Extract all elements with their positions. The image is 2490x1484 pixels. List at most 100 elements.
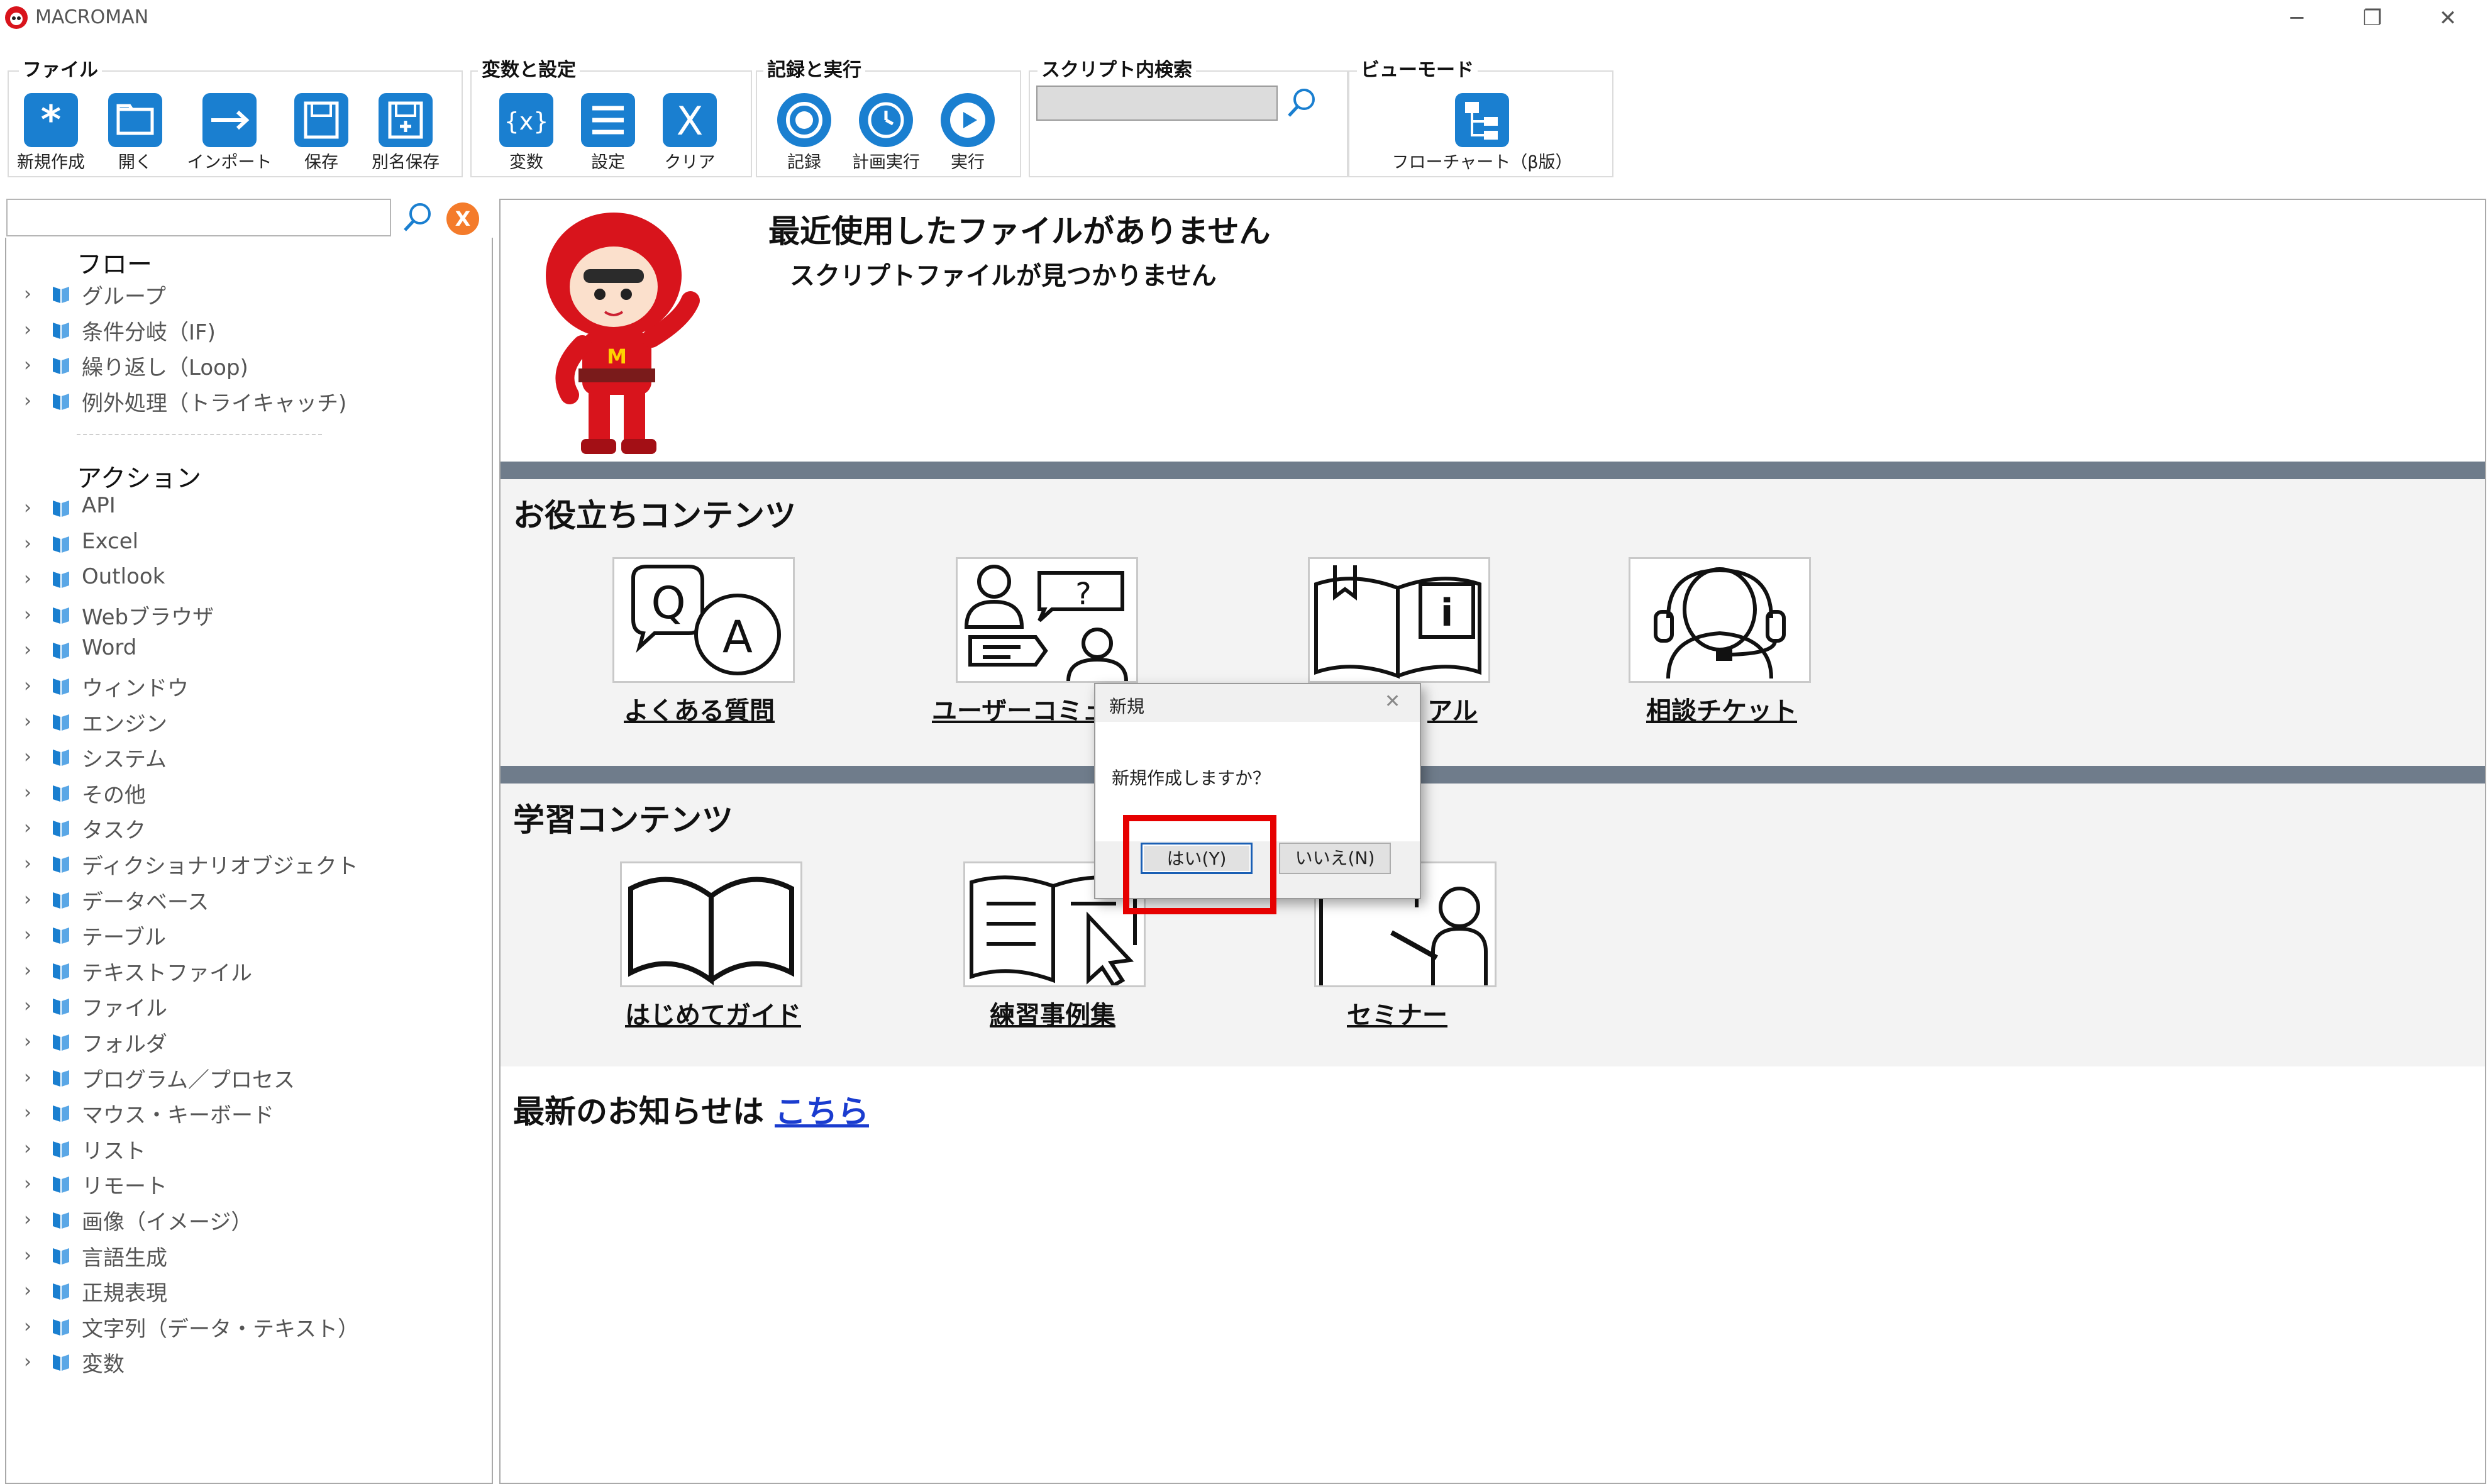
latest-news-text: 最新のお知らせは <box>513 1094 764 1130</box>
record-icon <box>777 93 831 147</box>
clear-button[interactable]: X クリア <box>663 93 717 172</box>
restore-button[interactable]: ❐ <box>2350 3 2394 34</box>
expand-chevron-icon[interactable]: › <box>24 1066 31 1088</box>
mascot-illustration: M <box>526 206 714 457</box>
expand-chevron-icon[interactable]: › <box>24 889 31 911</box>
book-icon <box>52 1103 70 1123</box>
book-icon <box>52 712 70 732</box>
expand-chevron-icon[interactable]: › <box>24 533 31 555</box>
beginner-guide-tile[interactable] <box>620 861 802 987</box>
expand-chevron-icon[interactable]: › <box>24 354 31 376</box>
expand-chevron-icon[interactable]: › <box>24 1315 31 1337</box>
beginner-guide-link[interactable]: はじめてガイド <box>625 995 801 1031</box>
search-icon[interactable] <box>1283 84 1320 122</box>
clock-icon <box>859 93 913 147</box>
script-search-input[interactable] <box>1036 86 1278 121</box>
expand-chevron-icon[interactable]: › <box>24 639 31 661</box>
dialog-close-button[interactable]: ✕ <box>1385 690 1400 712</box>
new-button[interactable]: * 新規作成 <box>17 93 85 172</box>
minimize-button[interactable]: ─ <box>2275 3 2319 34</box>
play-icon <box>941 93 995 147</box>
qa-bubbles-icon: Q A <box>631 565 781 675</box>
svg-text:Q: Q <box>651 577 685 629</box>
clear-glyph: X <box>677 98 703 144</box>
seminar-link[interactable]: セミナー <box>1347 995 1447 1031</box>
record-button[interactable]: 記録 <box>777 93 831 172</box>
support-ticket-tile[interactable] <box>1629 557 1811 683</box>
book-icon <box>52 320 70 340</box>
import-button[interactable]: インポート <box>187 93 272 172</box>
expand-chevron-icon[interactable]: › <box>24 853 31 875</box>
expand-chevron-icon[interactable]: › <box>24 1280 31 1302</box>
variables-label: 変数 <box>509 153 543 172</box>
expand-chevron-icon[interactable]: › <box>24 390 31 412</box>
expand-chevron-icon[interactable]: › <box>24 1244 31 1266</box>
expand-chevron-icon[interactable]: › <box>24 817 31 839</box>
practice-examples-link[interactable]: 練習事例集 <box>990 995 1115 1031</box>
user-community-link[interactable]: ユーザーコミュ <box>932 690 1107 727</box>
action-search-input[interactable] <box>6 199 391 236</box>
faq-tile[interactable]: Q A <box>612 557 795 683</box>
book-icon <box>52 961 70 981</box>
manual-tile[interactable]: i <box>1308 557 1490 683</box>
manual-link[interactable]: アル <box>1427 690 1478 727</box>
settings-button[interactable]: 設定 <box>581 93 635 172</box>
action-label: ディクショナリオブジェクト <box>82 854 358 879</box>
user-community-tile[interactable]: ? <box>956 557 1138 683</box>
expand-chevron-icon[interactable]: › <box>24 782 31 804</box>
expand-chevron-icon[interactable]: › <box>24 319 31 341</box>
variables-button[interactable]: {x} 変数 <box>499 93 553 172</box>
close-button[interactable]: ✕ <box>2426 3 2470 34</box>
support-ticket-link[interactable]: 相談チケット <box>1646 690 1797 727</box>
expand-chevron-icon[interactable]: › <box>24 1031 31 1053</box>
run-button[interactable]: 実行 <box>941 93 995 172</box>
toolbox-panel: フロー › グループ › 条件分岐（IF) › 繰り返し（Loop) › 例外処理（トライキャ… <box>5 238 493 1484</box>
expand-chevron-icon[interactable]: › <box>24 1102 31 1124</box>
flowchart-label: フローチャート（β版） <box>1392 153 1573 172</box>
flow-label: グループ <box>82 284 166 309</box>
open-button[interactable]: 開く <box>108 93 162 172</box>
expand-chevron-icon[interactable]: › <box>24 746 31 768</box>
expand-chevron-icon[interactable]: › <box>24 1173 31 1195</box>
latest-news-link[interactable]: こちら <box>775 1087 869 1132</box>
expand-chevron-icon[interactable]: › <box>24 1138 31 1160</box>
faq-link[interactable]: よくある質問 <box>624 690 775 727</box>
expand-chevron-icon[interactable]: › <box>24 995 31 1017</box>
action-label: フォルダ <box>82 1032 167 1057</box>
flow-label: 条件分岐（IF) <box>82 319 216 345</box>
no-button[interactable]: いいえ(N) <box>1279 843 1391 874</box>
learning-contents-header: 学習コンテンツ <box>513 802 733 838</box>
flowchart-button[interactable]: フローチャート（β版） <box>1392 93 1572 172</box>
flow-label: 例外処理（トライキャッチ) <box>82 390 347 416</box>
no-script-files-text: スクリプトファイルが見つかりません <box>790 262 1217 291</box>
action-search-clear-button[interactable]: X <box>446 202 479 235</box>
expand-chevron-icon[interactable]: › <box>24 1351 31 1373</box>
expand-chevron-icon[interactable]: › <box>24 675 31 697</box>
expand-chevron-icon[interactable]: › <box>24 960 31 982</box>
category-divider <box>77 434 322 435</box>
book-icon <box>52 1032 70 1052</box>
title-bar: MACROMAN ─ ❐ ✕ <box>0 0 2490 36</box>
action-label: その他 <box>82 782 146 808</box>
action-label: データベース <box>82 889 209 915</box>
expand-chevron-icon[interactable]: › <box>24 283 31 305</box>
book-icon <box>52 498 70 518</box>
book-icon <box>52 854 70 874</box>
new-label: 新規作成 <box>17 153 85 172</box>
schedule-run-button[interactable]: 計画実行 <box>852 93 920 172</box>
book-icon <box>52 1139 70 1159</box>
expand-chevron-icon[interactable]: › <box>24 924 31 946</box>
action-search-icon[interactable] <box>400 200 435 235</box>
expand-chevron-icon[interactable]: › <box>24 497 31 519</box>
action-label: テキストファイル <box>82 960 252 986</box>
expand-chevron-icon[interactable]: › <box>24 568 31 590</box>
clear-x-icon: X <box>663 93 717 147</box>
useful-contents-header: お役立ちコンテンツ <box>513 497 796 534</box>
expand-chevron-icon[interactable]: › <box>24 604 31 626</box>
save-button[interactable]: 保存 <box>294 93 348 172</box>
book-icon <box>52 534 70 554</box>
expand-chevron-icon[interactable]: › <box>24 711 31 733</box>
expand-chevron-icon[interactable]: › <box>24 1209 31 1231</box>
action-label: ウィンドウ <box>82 676 189 701</box>
save-as-button[interactable]: 別名保存 <box>372 93 440 172</box>
